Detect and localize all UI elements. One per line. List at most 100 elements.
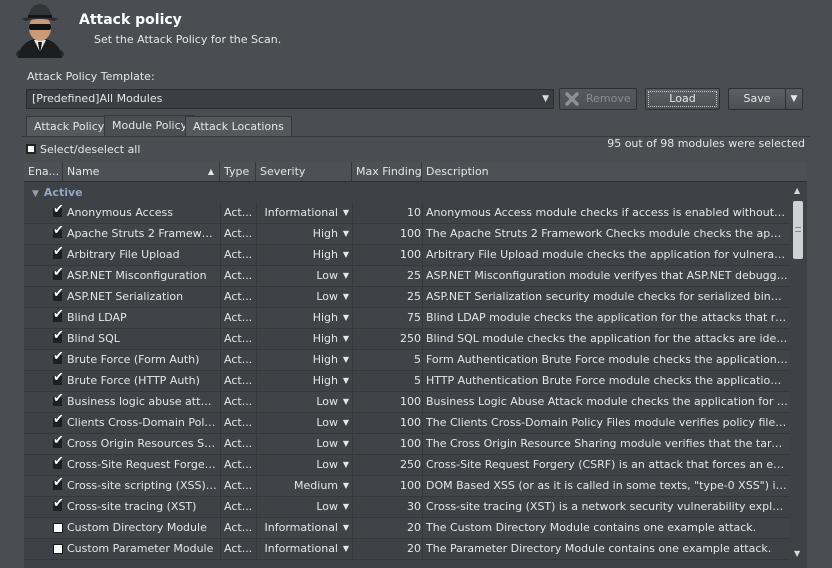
table-row[interactable]: ✔Clients Cross-Domain Policy ... Act... Lo… — [24, 413, 790, 434]
col-max-findings[interactable]: Max Findings — [352, 162, 422, 182]
enabled-checkbox[interactable]: ✔ — [52, 497, 66, 517]
severity-dropdown[interactable]: Low ▼ — [258, 434, 354, 454]
max-findings-value[interactable]: 20 — [356, 518, 421, 538]
table-row[interactable]: ✔ Arbitrary File Upload Act... High ▼ 100 Arbi… — [24, 245, 790, 266]
max-findings-value[interactable]: 100 — [356, 476, 421, 496]
module-name: Cross Origin Resources Shar... — [67, 437, 217, 450]
module-name: Cross-site tracing (XST) — [67, 500, 197, 513]
table-row[interactable]: ✔ Brute Force (Form Auth) Act... High ▼ 5 Form… — [24, 350, 790, 371]
max-findings-value[interactable]: 100 — [356, 434, 421, 454]
table-row[interactable]: ✔ Cross-site scripting (XSS), (... Act... M… — [24, 476, 790, 497]
enabled-checkbox[interactable] — [52, 518, 66, 538]
template-select[interactable]: [Predefined]All Modules ▼ — [26, 89, 554, 109]
severity-dropdown[interactable]: High ▼ — [258, 308, 354, 328]
severity-dropdown[interactable]: Low ▼ — [258, 392, 354, 412]
table-row[interactable]: ✔ Brute Force (HTTP Auth) Act... High ▼ 5 HTTP… — [24, 371, 790, 392]
enabled-checkbox[interactable]: ✔ — [52, 476, 66, 496]
module-name: Arbitrary File Upload — [67, 248, 180, 261]
table-row[interactable]: Custom Directory Module Act... Information… — [24, 518, 790, 539]
severity-dropdown[interactable]: Low ▼ — [258, 455, 354, 475]
severity-dropdown[interactable]: High ▼ — [258, 350, 354, 370]
col-enabled[interactable]: Ena... — [24, 162, 63, 182]
max-findings-value[interactable]: 75 — [356, 308, 421, 328]
table-row[interactable]: ✔ Cross Origin Resources Shar... Act... Low… — [24, 434, 790, 455]
severity-dropdown[interactable]: High ▼ — [258, 329, 354, 349]
severity-dropdown[interactable]: Low ▼ — [258, 413, 354, 433]
tab-attack-locations[interactable]: Attack Locations — [185, 116, 292, 137]
load-button[interactable]: Load — [645, 88, 720, 110]
module-description: ASP.NET Misconfiguration module verifyes… — [426, 269, 788, 282]
severity-dropdown[interactable]: High ▼ — [258, 245, 354, 265]
col-description[interactable]: Description — [422, 162, 807, 182]
save-menu-button[interactable]: ▼ — [785, 88, 803, 110]
max-findings-value[interactable]: 100 — [356, 413, 421, 433]
module-type: Act... — [224, 479, 253, 492]
max-findings-value[interactable]: 100 — [356, 392, 421, 412]
enabled-checkbox[interactable]: ✔ — [52, 371, 66, 391]
max-findings-value[interactable]: 100 — [356, 245, 421, 265]
scroll-down-icon[interactable]: ▼ — [794, 549, 800, 558]
severity-dropdown[interactable]: Low ▼ — [258, 287, 354, 307]
severity-value: Low — [316, 437, 338, 450]
max-findings-value[interactable]: 20 — [356, 539, 421, 559]
max-findings-value[interactable]: 250 — [356, 329, 421, 349]
enabled-checkbox[interactable]: ✔ — [52, 434, 66, 454]
max-findings-value[interactable]: 10 — [356, 203, 421, 223]
scroll-up-icon[interactable]: ▲ — [794, 186, 800, 195]
max-findings-value[interactable]: 100 — [356, 224, 421, 244]
severity-value: Low — [316, 458, 338, 471]
enabled-checkbox[interactable] — [52, 539, 66, 559]
save-button[interactable]: Save — [728, 88, 786, 110]
module-description: Anonymous Access module checks if access… — [426, 206, 788, 219]
enabled-checkbox[interactable]: ✔ — [52, 308, 66, 328]
max-findings-value[interactable]: 250 — [356, 455, 421, 475]
enabled-checkbox[interactable]: ✔ — [52, 329, 66, 349]
enabled-checkbox[interactable]: ✔ — [52, 392, 66, 412]
severity-dropdown[interactable]: Low ▼ — [258, 497, 354, 517]
enabled-checkbox[interactable]: ✔ — [52, 350, 66, 370]
table-row[interactable]: ✔ Blind SQL Act... High ▼ 250 Blind SQL module… — [24, 329, 790, 350]
enabled-checkbox[interactable]: ✔ — [52, 455, 66, 475]
checkmark-icon: ✔ — [53, 266, 64, 280]
severity-dropdown[interactable]: High ▼ — [258, 371, 354, 391]
severity-dropdown[interactable]: Medium ▼ — [258, 476, 354, 496]
max-findings-value[interactable]: 5 — [356, 350, 421, 370]
table-row[interactable]: ✔ Blind LDAP Act... High ▼ 75 Blind LDAP modul… — [24, 308, 790, 329]
severity-dropdown[interactable]: High ▼ — [258, 224, 354, 244]
max-findings-value[interactable]: 5 — [356, 371, 421, 391]
enabled-checkbox[interactable]: ✔ — [52, 224, 66, 244]
max-findings-value[interactable]: 30 — [356, 497, 421, 517]
severity-dropdown[interactable]: Low ▼ — [258, 266, 354, 286]
severity-dropdown[interactable]: Informational ▼ — [258, 203, 354, 223]
enabled-checkbox[interactable]: ✔ — [52, 266, 66, 286]
enabled-checkbox[interactable]: ✔ — [52, 413, 66, 433]
tab-module-policy[interactable]: Module Policy — [104, 115, 196, 137]
scroll-thumb[interactable] — [793, 201, 803, 259]
col-type[interactable]: Type — [220, 162, 256, 182]
dropdown-arrow-icon: ▼ — [342, 250, 349, 259]
col-name[interactable]: Name ▲ — [63, 162, 220, 182]
table-row[interactable]: ✔ ASP.NET Misconfiguration Act... Low ▼ 25 ASP… — [24, 266, 790, 287]
severity-dropdown[interactable]: Informational ▼ — [258, 539, 354, 559]
table-row[interactable]: ✔ Business logic abuse attacks Act... Low ▼ 1… — [24, 392, 790, 413]
group-header-active[interactable]: ▼ Active — [24, 183, 790, 203]
tab-attack-policy[interactable]: Attack Policy — [26, 116, 113, 137]
table-row[interactable]: Custom Parameter Module Act... Information… — [24, 539, 790, 560]
vertical-scrollbar[interactable]: ▲ ▼ — [790, 183, 807, 568]
enabled-checkbox[interactable]: ✔ — [52, 287, 66, 307]
table-row[interactable]: ✔ Cross-Site Request Forgery ... Act... Low… — [24, 455, 790, 476]
remove-button[interactable]: Remove — [559, 88, 637, 110]
max-findings-value[interactable]: 25 — [356, 287, 421, 307]
table-row[interactable]: ✔ Apache Struts 2 Framework ... Act... High… — [24, 224, 790, 245]
enabled-checkbox[interactable]: ✔ — [52, 203, 66, 223]
module-name: Blind LDAP — [67, 311, 127, 324]
table-row[interactable]: ✔ Anonymous Access Act... Informational ▼ 10 A… — [24, 203, 790, 224]
col-severity[interactable]: Severity — [256, 162, 352, 182]
enabled-checkbox[interactable]: ✔ — [52, 245, 66, 265]
severity-value: High — [312, 332, 338, 345]
table-row[interactable]: ✔ ASP.NET Serialization Act... Low ▼ 25 ASP.NE… — [24, 287, 790, 308]
severity-dropdown[interactable]: Informational ▼ — [258, 518, 354, 538]
table-row[interactable]: ✔ Cross-site tracing (XST) Act... Low ▼ 30 Cro… — [24, 497, 790, 518]
checkmark-icon: ✔ — [53, 413, 64, 427]
max-findings-value[interactable]: 25 — [356, 266, 421, 286]
